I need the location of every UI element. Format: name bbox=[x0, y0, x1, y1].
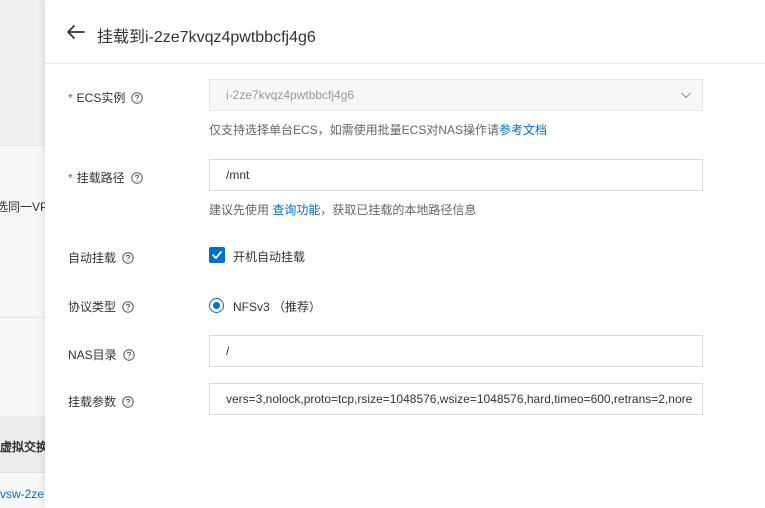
help-icon[interactable] bbox=[122, 300, 134, 313]
nfsv3-radio-label[interactable]: NFSv3 （推荐） bbox=[233, 298, 321, 315]
help-icon[interactable] bbox=[122, 395, 134, 408]
nas-dir-label: NAS目录 bbox=[68, 348, 117, 362]
required-mark: * bbox=[68, 170, 73, 185]
mount-params-label-row: 挂载参数 bbox=[68, 393, 134, 410]
help-icon[interactable] bbox=[122, 348, 135, 361]
protocol-label: 协议类型 bbox=[68, 300, 117, 314]
auto-mount-checkbox[interactable] bbox=[209, 247, 225, 263]
nas-dir-label-row: NAS目录 bbox=[68, 346, 135, 363]
mount-path-input[interactable] bbox=[226, 168, 702, 182]
mount-params-label: 挂载参数 bbox=[68, 395, 117, 409]
auto-mount-checkbox-label[interactable]: 开机自动挂载 bbox=[233, 248, 305, 265]
mount-path-label: 挂载路径 bbox=[76, 171, 125, 185]
background-page: 选同一VPC 虚拟交换机 vsw-2ze bbox=[0, 0, 45, 508]
mount-path-hint-suffix: ，获取已挂载的本地路径信息 bbox=[320, 203, 477, 217]
help-icon[interactable] bbox=[122, 251, 134, 264]
mount-path-label-row: * 挂载路径 bbox=[68, 169, 143, 186]
ecs-hint: 仅支持选择单台ECS，如需使用批量ECS对NAS操作请参考文档 bbox=[209, 121, 547, 138]
ecs-instance-select[interactable]: i-2ze7kvqz4pwtbbcfj4g6 bbox=[209, 79, 703, 111]
drawer-header: 挂载到i-2ze7kvqz4pwtbbcfj4g6 bbox=[45, 0, 765, 64]
required-mark: * bbox=[68, 90, 73, 105]
auto-mount-label: 自动挂载 bbox=[68, 251, 117, 265]
mount-path-hint: 建议先使用 查询功能，获取已挂载的本地路径信息 bbox=[209, 201, 476, 218]
mount-params-input[interactable] bbox=[226, 392, 702, 406]
mount-params-input-wrapper bbox=[209, 383, 703, 415]
ecs-instance-value: i-2ze7kvqz4pwtbbcfj4g6 bbox=[226, 88, 355, 102]
background-switch-header: 虚拟交换机 bbox=[0, 440, 45, 454]
background-vpc-text: 选同一VPC bbox=[0, 200, 45, 214]
checkmark-icon bbox=[212, 251, 222, 259]
nas-dir-input-wrapper bbox=[209, 335, 703, 367]
mount-path-hint-prefix: 建议先使用 bbox=[209, 203, 273, 217]
ecs-hint-text: 仅支持选择单台ECS，如需使用批量ECS对NAS操作请 bbox=[209, 123, 500, 137]
chevron-down-icon bbox=[681, 92, 691, 99]
protocol-label-row: 协议类型 bbox=[68, 298, 134, 315]
help-icon[interactable] bbox=[131, 91, 144, 104]
background-vsw-link[interactable]: vsw-2ze bbox=[0, 487, 44, 501]
back-arrow-icon[interactable] bbox=[66, 24, 86, 40]
ecs-label-row: * ECS实例 bbox=[68, 89, 144, 106]
mount-drawer: 挂载到i-2ze7kvqz4pwtbbcfj4g6 * ECS实例 i-2ze7… bbox=[45, 0, 765, 508]
auto-mount-label-row: 自动挂载 bbox=[68, 249, 134, 266]
nfsv3-radio[interactable] bbox=[209, 298, 224, 313]
mount-path-input-wrapper bbox=[209, 159, 703, 191]
background-section bbox=[0, 145, 45, 318]
query-function-link[interactable]: 查询功能 bbox=[272, 203, 320, 217]
reference-doc-link[interactable]: 参考文档 bbox=[499, 123, 547, 137]
ecs-label: ECS实例 bbox=[76, 91, 126, 105]
background-section-lower bbox=[0, 318, 45, 416]
background-top-area bbox=[0, 0, 45, 145]
drawer-title: 挂载到i-2ze7kvqz4pwtbbcfj4g6 bbox=[97, 29, 316, 46]
nas-dir-input[interactable] bbox=[226, 344, 702, 358]
help-icon[interactable] bbox=[130, 171, 143, 184]
